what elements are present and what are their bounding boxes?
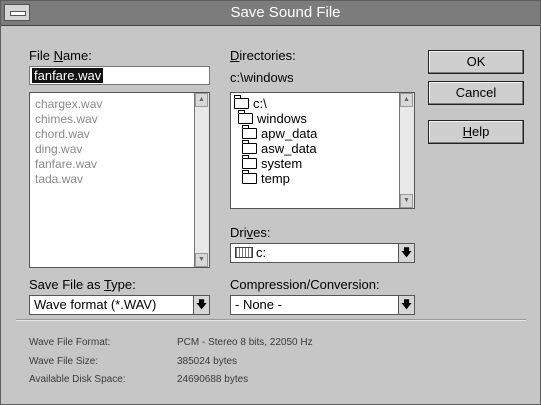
- file-list-scrollbar[interactable]: ▲ ▼: [194, 93, 209, 267]
- compression-label: Compression/Conversion:: [230, 277, 380, 292]
- file-list[interactable]: chargex.wav chimes.wav chord.wav ding.wa…: [29, 92, 210, 268]
- compression-dropdown-arrow-icon[interactable]: 🡇: [398, 296, 414, 314]
- wave-format-value: PCM - Stereo 8 bits, 22050 Hz: [177, 337, 313, 348]
- file-item[interactable]: chord.wav: [35, 127, 90, 141]
- wave-size-label: Wave File Size:: [29, 356, 99, 367]
- file-name-value: fanfare.wav: [32, 68, 104, 83]
- file-item[interactable]: chimes.wav: [35, 112, 98, 126]
- drives-dropdown-arrow-icon[interactable]: 🡇: [398, 244, 414, 262]
- file-item[interactable]: chargex.wav: [35, 97, 102, 111]
- directory-list[interactable]: c:\ windows apw_data asw_data system tem…: [230, 92, 415, 209]
- scroll-down-arrow-icon[interactable]: ▼: [400, 194, 413, 208]
- drives-value: c:: [235, 244, 266, 262]
- folder-icon: [242, 170, 257, 184]
- system-menu-icon: [10, 11, 26, 16]
- disk-space-value: 24690688 bytes: [177, 374, 249, 385]
- directory-item-windows[interactable]: windows: [238, 110, 307, 126]
- scroll-up-arrow-icon[interactable]: ▲: [195, 93, 208, 107]
- directory-item-root[interactable]: c:\: [234, 95, 267, 111]
- open-folder-icon: [238, 110, 253, 124]
- file-type-value: Wave format (*.WAV): [34, 297, 157, 312]
- cancel-button[interactable]: Cancel: [428, 81, 524, 105]
- scroll-down-arrow-icon[interactable]: ▼: [195, 253, 208, 267]
- file-item[interactable]: fanfare.wav: [35, 157, 97, 171]
- disk-space-label: Available Disk Space:: [29, 374, 126, 385]
- directories-label: Directories:: [230, 48, 296, 63]
- file-type-label: Save File as Type:: [29, 277, 136, 292]
- drives-label: Drives:: [230, 225, 271, 240]
- directory-item-temp[interactable]: temp: [242, 170, 290, 186]
- folder-icon: [242, 125, 257, 139]
- save-sound-file-dialog: Save Sound File File Name: fanfare.wav c…: [0, 0, 541, 405]
- directory-item-apw-data[interactable]: apw_data: [242, 125, 317, 141]
- file-name-input[interactable]: fanfare.wav: [29, 66, 210, 85]
- file-type-dropdown-arrow-icon[interactable]: 🡇: [193, 296, 209, 314]
- info-separator: [16, 319, 526, 321]
- title-bar[interactable]: Save Sound File: [1, 1, 540, 26]
- directory-item-system[interactable]: system: [242, 155, 302, 171]
- file-name-label: File Name:: [29, 48, 92, 63]
- directory-list-scrollbar[interactable]: ▲ ▼: [399, 93, 414, 208]
- folder-icon: [242, 155, 257, 169]
- scroll-up-arrow-icon[interactable]: ▲: [400, 93, 413, 107]
- file-type-select[interactable]: Wave format (*.WAV) 🡇: [29, 295, 210, 315]
- compression-select[interactable]: - None - 🡇: [230, 295, 415, 315]
- ok-button[interactable]: OK: [428, 50, 524, 74]
- hard-drive-icon: [235, 247, 253, 258]
- folder-icon: [242, 140, 257, 154]
- file-item[interactable]: tada.wav: [35, 172, 83, 186]
- file-item[interactable]: ding.wav: [35, 142, 82, 156]
- directory-item-asw-data[interactable]: asw_data: [242, 140, 317, 156]
- system-menu-button[interactable]: [4, 4, 30, 21]
- open-folder-icon: [234, 95, 249, 109]
- drives-select[interactable]: c: 🡇: [230, 243, 415, 263]
- help-button[interactable]: Help: [428, 120, 524, 144]
- compression-value: - None -: [235, 297, 282, 312]
- current-directory-path: c:\windows: [230, 70, 294, 85]
- wave-format-label: Wave File Format:: [29, 337, 111, 348]
- dialog-title: Save Sound File: [230, 4, 341, 21]
- wave-size-value: 385024 bytes: [177, 356, 238, 367]
